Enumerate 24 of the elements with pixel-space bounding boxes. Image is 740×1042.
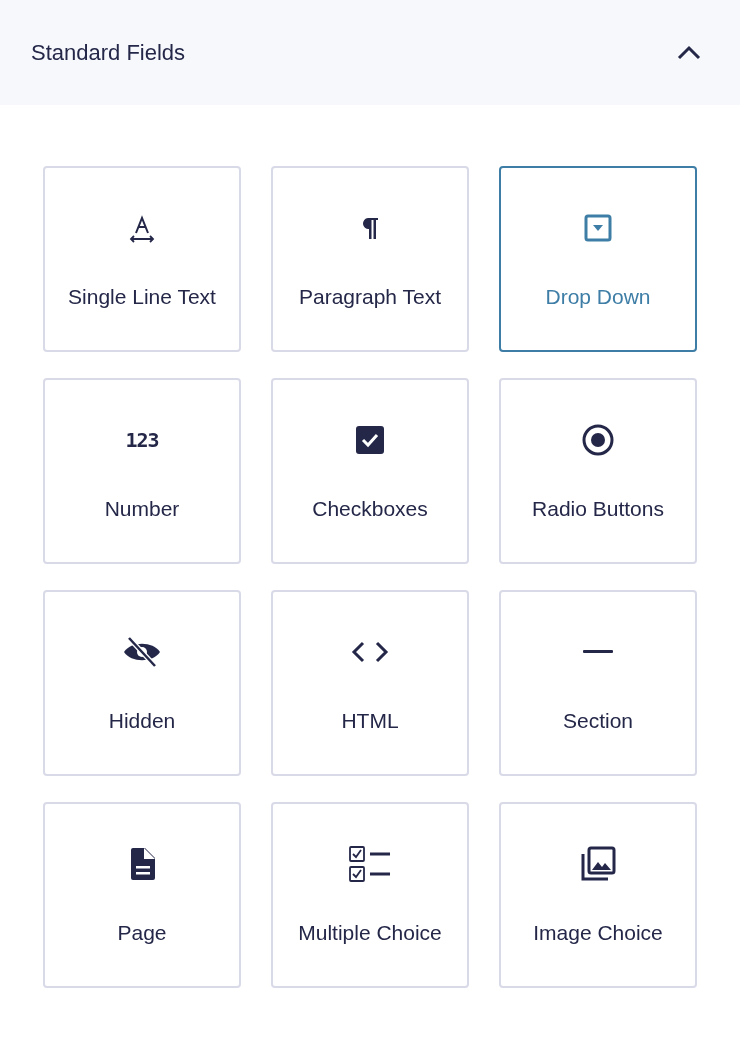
field-card[interactable]: Multiple Choice [271, 802, 469, 988]
number-icon: 123 [125, 425, 159, 455]
field-card[interactable]: Section [499, 590, 697, 776]
field-card[interactable]: Page [43, 802, 241, 988]
minus-icon [583, 650, 613, 654]
document-icon [128, 847, 156, 881]
panel-title: Standard Fields [31, 39, 186, 67]
dropdown-icon [582, 212, 614, 244]
field-card[interactable]: Drop Down [499, 166, 697, 352]
field-card[interactable]: Image Choice [499, 802, 697, 988]
checklist-icon [348, 845, 392, 883]
image-stack-icon [580, 846, 616, 882]
field-card[interactable]: Paragraph Text [271, 166, 469, 352]
field-card[interactable]: Hidden [43, 590, 241, 776]
code-icon [351, 640, 389, 664]
field-card[interactable]: 123 Number [43, 378, 241, 564]
field-card[interactable]: Single Line Text [43, 166, 241, 352]
field-card[interactable]: Radio Buttons [499, 378, 697, 564]
chevron-icon[interactable] [676, 44, 702, 61]
field-card[interactable]: HTML [271, 590, 469, 776]
radio-icon [581, 423, 615, 457]
checkbox-icon [354, 424, 386, 456]
eye-slash-icon [122, 636, 162, 668]
field-card[interactable]: Checkboxes [271, 378, 469, 564]
